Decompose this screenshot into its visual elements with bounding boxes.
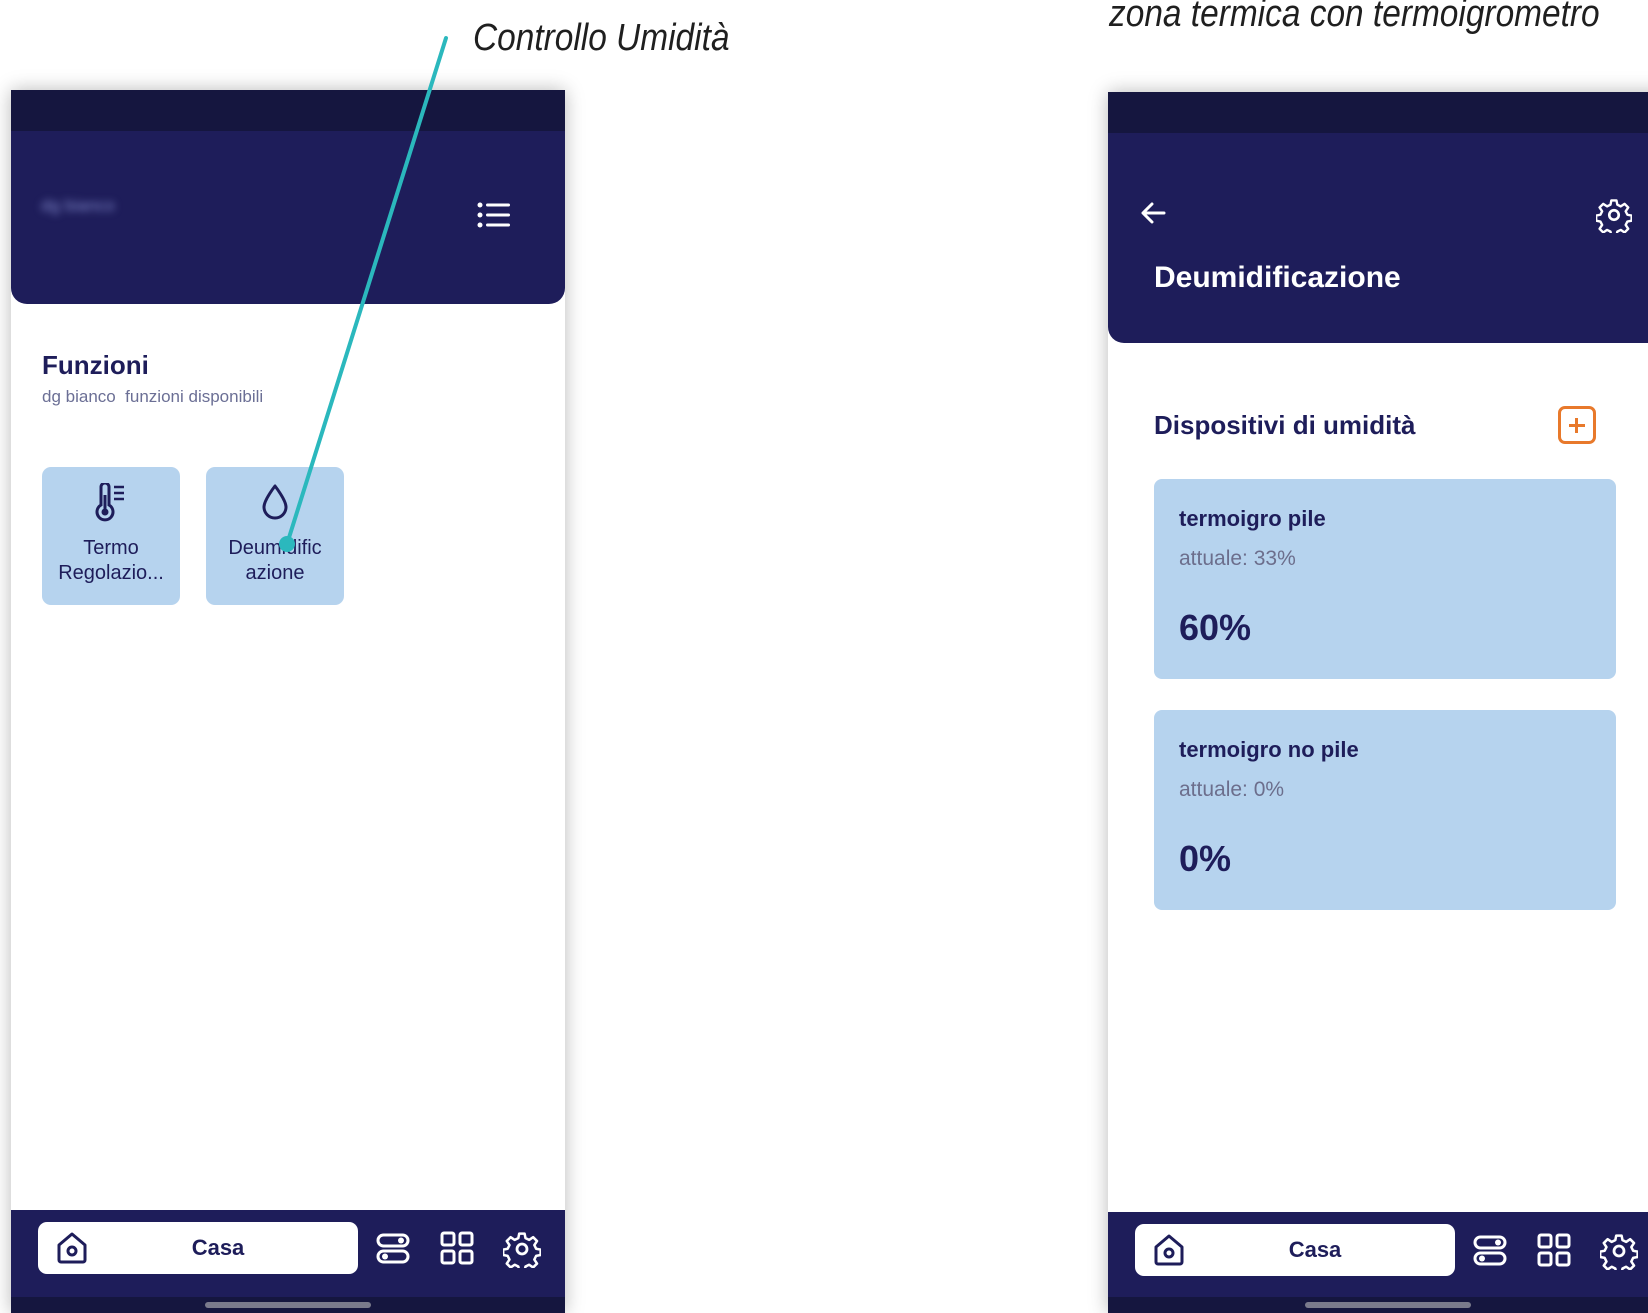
arrow-left-icon[interactable] [1138, 198, 1168, 228]
caption-zona-termica: zona termica con termoigrometro [1109, 0, 1600, 35]
device-name: termoigro no pile [1179, 737, 1359, 762]
thermometer-icon [95, 483, 124, 522]
tile-label: Termo Regolazio... [58, 537, 164, 584]
tile-deumidificazione[interactable]: Deumidific azione [206, 467, 344, 605]
gesture-bar [11, 1297, 565, 1313]
scenes-icon[interactable] [375, 1230, 411, 1266]
phone-screen-functions: dg bianco Funzioni dg bianco funzioni di… [11, 90, 565, 1313]
grid-icon[interactable] [1536, 1232, 1572, 1268]
section-title: Funzioni [42, 350, 149, 380]
scenes-icon[interactable] [1472, 1232, 1508, 1268]
device-current-humidity: attuale: 0% [1179, 778, 1285, 801]
nav-home-button[interactable]: Casa [1135, 1224, 1455, 1276]
device-card[interactable]: termoigro no pile attuale: 0% 0% [1154, 710, 1616, 910]
nav-home-label: Casa [1288, 1237, 1342, 1262]
grid-icon[interactable] [439, 1230, 475, 1266]
gesture-bar [1108, 1297, 1648, 1313]
tile-termoregolazione[interactable]: Termo Regolazio... [42, 467, 180, 605]
nav-home-label: Casa [191, 1235, 245, 1260]
gear-icon[interactable] [503, 1230, 541, 1268]
gear-icon[interactable] [1600, 1232, 1638, 1270]
bottom-nav-bar: Casa [11, 1210, 565, 1297]
add-device-button[interactable] [1558, 406, 1596, 444]
nav-home-button[interactable]: Casa [38, 1222, 358, 1274]
water-drop-icon [262, 484, 288, 520]
device-setpoint: 0% [1179, 838, 1232, 879]
device-setpoint: 60% [1179, 607, 1252, 648]
caption-controllo-umidita: Controllo Umidità [473, 17, 730, 59]
tile-label: Deumidific azione [228, 537, 322, 584]
list-icon[interactable] [477, 201, 511, 229]
section-title: Dispositivi di umidità [1154, 410, 1416, 440]
phone-screen-deumidificazione: Deumidificazione Dispositivi di umidità … [1108, 92, 1648, 1313]
device-current-humidity: attuale: 33% [1179, 547, 1296, 570]
gear-icon[interactable] [1596, 197, 1632, 233]
device-card[interactable]: termoigro pile attuale: 33% 60% [1154, 479, 1616, 679]
page-title: Deumidificazione [1154, 261, 1401, 294]
status-bar [11, 90, 565, 131]
app-header: dg bianco [11, 131, 565, 304]
device-name: termoigro pile [1179, 506, 1326, 531]
blurred-home-name: dg bianco [41, 196, 115, 215]
bottom-nav-bar: Casa [1108, 1212, 1648, 1297]
status-bar [1108, 92, 1648, 133]
app-header: Deumidificazione [1108, 133, 1648, 343]
section-subtitle: dg bianco funzioni disponibili [42, 387, 264, 406]
